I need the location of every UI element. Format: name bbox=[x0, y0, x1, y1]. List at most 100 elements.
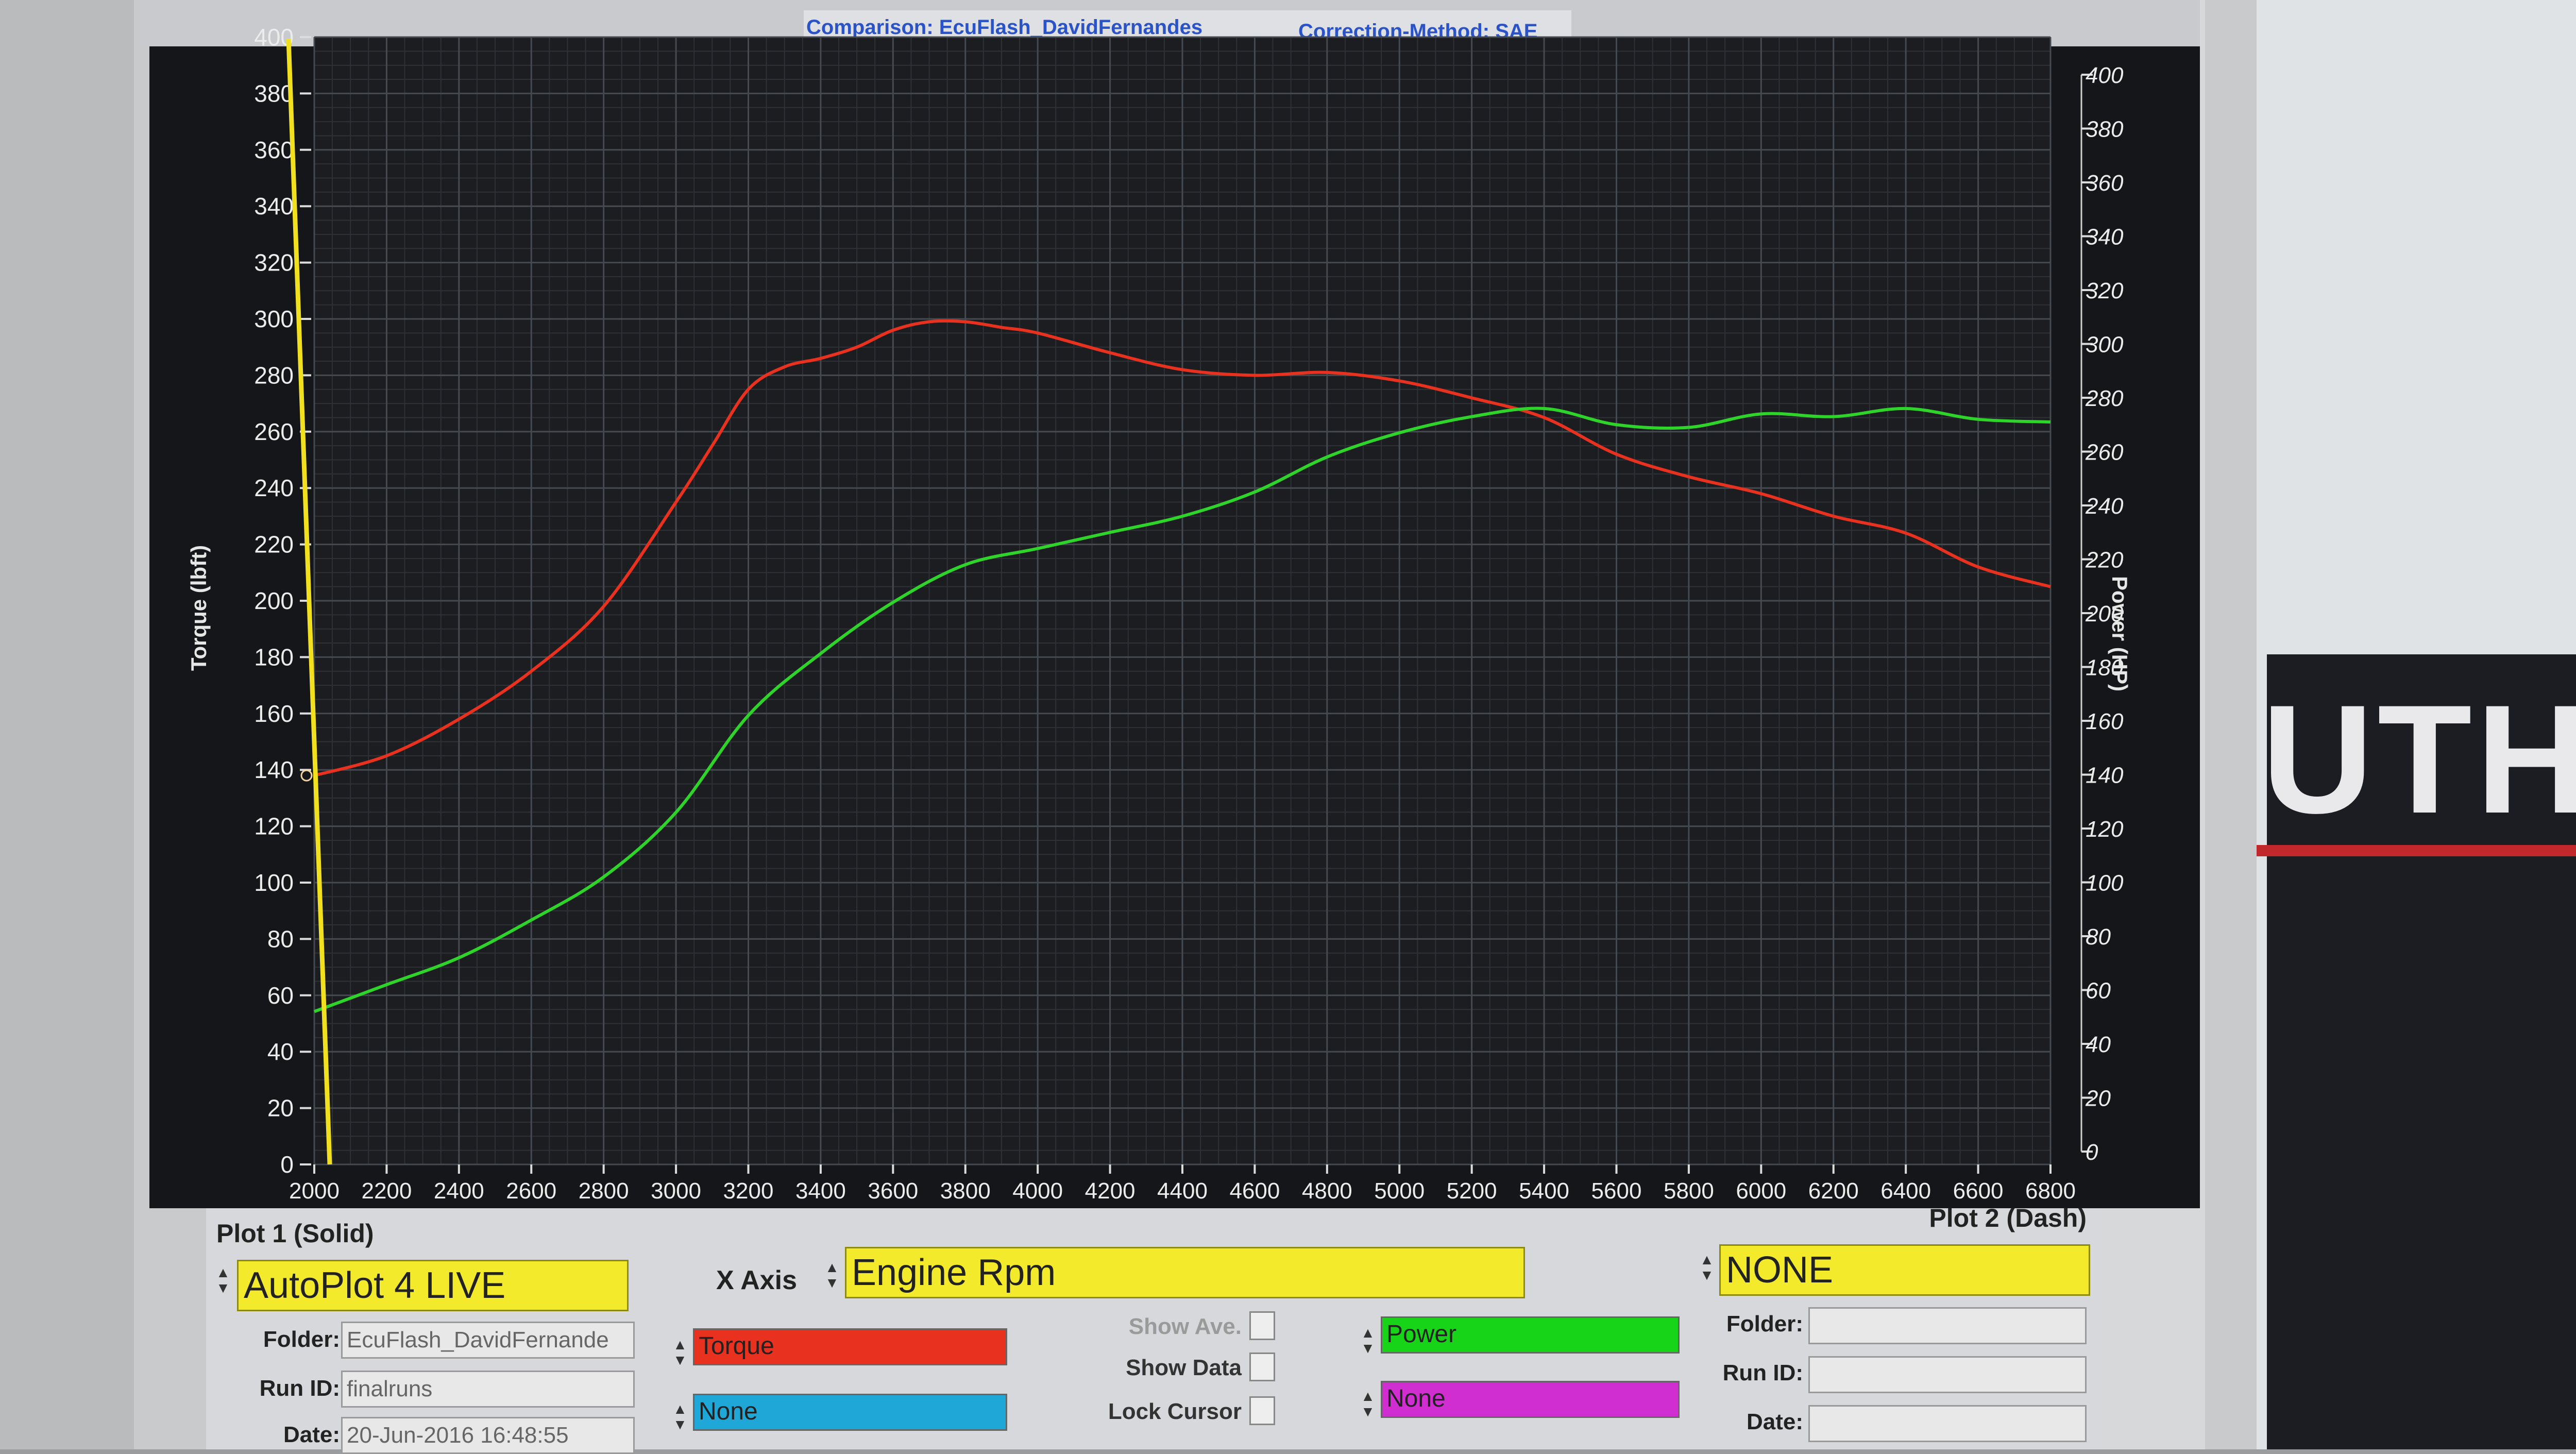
x-axis-tick-label: 4000 bbox=[1012, 1178, 1063, 1204]
left-axis-tick-label: 140 bbox=[254, 756, 294, 783]
date-label: Date: bbox=[283, 1422, 340, 1447]
x-axis-tick-label: 5800 bbox=[1664, 1178, 1714, 1204]
plot2-folder-field[interactable] bbox=[1808, 1307, 2087, 1344]
x-axis-tick-label: 4800 bbox=[1302, 1178, 1352, 1204]
left-axis-tick-label: 120 bbox=[254, 813, 294, 840]
x-axis-select[interactable]: Engine Rpm bbox=[845, 1247, 1525, 1298]
left-axis-tick-label: 340 bbox=[254, 193, 294, 219]
power-channel-chip[interactable]: Power bbox=[1381, 1316, 1680, 1354]
torque-channel-chip[interactable]: Torque bbox=[693, 1328, 1007, 1365]
x-axis-tick-label: 3600 bbox=[868, 1178, 918, 1204]
x-axis-tick-label: 4600 bbox=[1229, 1178, 1280, 1204]
x-axis-tick-label: 6800 bbox=[2025, 1178, 2076, 1204]
x-axis-tick-label: 6200 bbox=[1808, 1178, 1859, 1204]
right-axis-tick-label: 320 bbox=[2086, 278, 2124, 303]
date-field[interactable]: 20-Jun-2016 16:48:55 bbox=[341, 1417, 635, 1454]
folder-field[interactable]: EcuFlash_DavidFernande bbox=[341, 1322, 635, 1359]
plot2-date-label: Date: bbox=[1746, 1409, 1803, 1434]
left-axis-tick-label: 200 bbox=[254, 587, 294, 614]
right-axis-tick-label: 360 bbox=[2086, 171, 2124, 196]
x-axis-tick-label: 4200 bbox=[1085, 1178, 1136, 1204]
left-axis-tick-label: 320 bbox=[254, 249, 294, 276]
lock-cursor-checkbox[interactable] bbox=[1249, 1396, 1275, 1425]
x-axis-tick-label: 3400 bbox=[795, 1178, 846, 1204]
x-axis-tick-label: 2400 bbox=[434, 1178, 484, 1204]
right-axis-tick-label: 60 bbox=[2086, 978, 2111, 1004]
plot2-source-spinner-icon[interactable]: ▲ ▼ bbox=[1699, 1252, 1715, 1283]
plot2-runid-label: Run ID: bbox=[1722, 1360, 1803, 1385]
left-axis-tick-label: 100 bbox=[254, 869, 294, 896]
none-left-spinner-icon[interactable]: ▲ ▼ bbox=[672, 1401, 688, 1432]
x-axis-tick-label: 6600 bbox=[1953, 1178, 2004, 1204]
grid bbox=[313, 36, 2052, 1165]
right-axis-tick-label: 160 bbox=[2086, 709, 2124, 734]
left-axis-tick-label: 40 bbox=[267, 1038, 294, 1065]
folder-label: Folder: bbox=[263, 1327, 340, 1352]
power-spinner-icon[interactable]: ▲ ▼ bbox=[1360, 1325, 1376, 1356]
right-axis-tick-label: 80 bbox=[2086, 924, 2111, 950]
right-axis-tick-label: 100 bbox=[2086, 871, 2124, 896]
left-axis-tick-label: 240 bbox=[254, 475, 294, 501]
none-left-channel-chip[interactable]: None bbox=[693, 1394, 1007, 1431]
right-axis-tick-label: 40 bbox=[2086, 1032, 2111, 1057]
x-axis-tick-label: 3000 bbox=[651, 1178, 701, 1204]
plot2-source-select[interactable]: NONE bbox=[1719, 1244, 2090, 1296]
plot1-source-select[interactable]: AutoPlot 4 LIVE bbox=[237, 1260, 629, 1311]
right-axis-tick-label: 120 bbox=[2086, 817, 2124, 842]
right-axis-tick-label: 140 bbox=[2086, 763, 2124, 788]
x-axis-tick-label: 5600 bbox=[1591, 1178, 1642, 1204]
comparison-label: Comparison: EcuFlash_DavidFernandes bbox=[806, 16, 1202, 39]
x-axis-spinner-icon[interactable]: ▲ ▼ bbox=[824, 1260, 840, 1291]
left-axis-tick-label: 160 bbox=[254, 700, 294, 727]
right-axis-label: Power (HP) bbox=[2108, 576, 2132, 691]
x-axis-tick-label: 2600 bbox=[506, 1178, 556, 1204]
right-axis-tick-label: 220 bbox=[2085, 548, 2124, 573]
right-axis-tick-label: 280 bbox=[2085, 386, 2124, 411]
right-axis-tick-label: 380 bbox=[2086, 117, 2124, 142]
left-axis-tick-label: 80 bbox=[267, 925, 294, 952]
plot2-runid-field[interactable] bbox=[1808, 1356, 2087, 1393]
x-axis-tick-label: 5400 bbox=[1519, 1178, 1569, 1204]
x-axis-label: X Axis bbox=[716, 1265, 798, 1295]
torque-spinner-icon[interactable]: ▲ ▼ bbox=[672, 1337, 688, 1368]
right-axis-tick-label: 0 bbox=[2086, 1140, 2098, 1165]
left-axis-tick-label: 260 bbox=[254, 418, 294, 445]
left-axis-tick-label: 360 bbox=[254, 137, 294, 163]
x-axis-tick-label: 2200 bbox=[361, 1178, 412, 1204]
left-axis-tick-label: 180 bbox=[254, 644, 294, 670]
none-right-channel-chip[interactable]: None bbox=[1381, 1381, 1680, 1418]
show-data-label: Show Data bbox=[1126, 1355, 1242, 1380]
left-axis-tick-label: 20 bbox=[267, 1095, 294, 1122]
runid-label: Run ID: bbox=[259, 1376, 340, 1401]
right-axis-tick-label: 400 bbox=[2086, 63, 2124, 88]
lock-cursor-label: Lock Cursor bbox=[1108, 1399, 1242, 1424]
plot2-date-field[interactable] bbox=[1808, 1405, 2087, 1442]
x-axis-tick-label: 2800 bbox=[579, 1178, 629, 1204]
plot2-title: Plot 2 (Dash) bbox=[1929, 1204, 2087, 1232]
left-axis-tick-label: 220 bbox=[254, 531, 294, 558]
x-axis-tick-label: 4400 bbox=[1157, 1178, 1208, 1204]
plot1-title: Plot 1 (Solid) bbox=[216, 1219, 374, 1248]
show-data-checkbox[interactable] bbox=[1249, 1352, 1275, 1381]
x-axis-tick-label: 5200 bbox=[1447, 1178, 1497, 1204]
x-axis-tick-label: 3800 bbox=[940, 1178, 991, 1204]
right-axis-tick-label: 300 bbox=[2086, 332, 2124, 358]
right-axis-tick-label: 20 bbox=[2085, 1086, 2111, 1111]
left-axis-tick-label: 0 bbox=[280, 1151, 294, 1178]
runid-field[interactable]: finalruns bbox=[341, 1371, 635, 1408]
left-axis-tick-label: 380 bbox=[254, 80, 294, 107]
left-axis-label: Torque (lbft) bbox=[187, 545, 211, 671]
x-axis-tick-label: 3200 bbox=[723, 1178, 774, 1204]
right-axis-tick-label: 340 bbox=[2086, 225, 2124, 250]
show-ave-checkbox[interactable] bbox=[1249, 1311, 1275, 1340]
right-axis-tick-label: 240 bbox=[2085, 494, 2124, 519]
right-axis-tick-label: 260 bbox=[2085, 440, 2124, 465]
left-axis-tick-label: 300 bbox=[254, 306, 294, 332]
x-axis-tick-label: 6400 bbox=[1880, 1178, 1931, 1204]
x-axis-tick-label: 2000 bbox=[289, 1178, 340, 1204]
plot2-folder-label: Folder: bbox=[1726, 1311, 1803, 1337]
plot1-source-spinner-icon[interactable]: ▲ ▼ bbox=[215, 1265, 231, 1296]
left-axis-tick-label: 60 bbox=[267, 982, 294, 1009]
show-ave-label: Show Ave. bbox=[1128, 1314, 1242, 1339]
none-right-spinner-icon[interactable]: ▲ ▼ bbox=[1360, 1389, 1376, 1419]
